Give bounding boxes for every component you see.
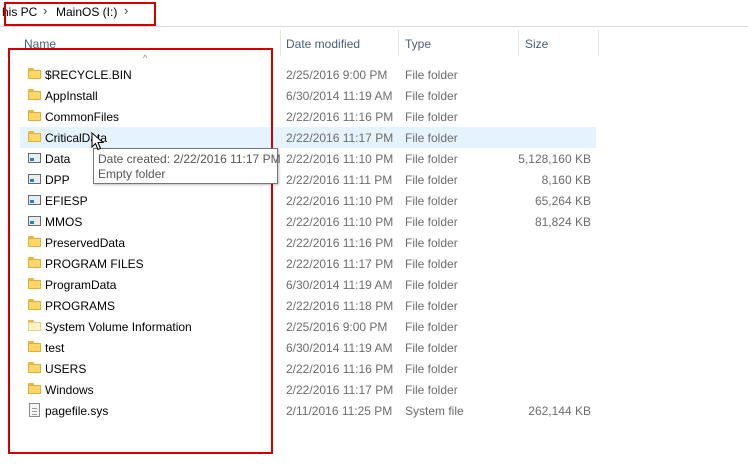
file-type: File folder	[405, 89, 458, 103]
file-date-modified: 2/22/2016 11:17 PM	[286, 131, 394, 145]
file-type: File folder	[405, 278, 458, 292]
file-type: File folder	[405, 110, 458, 124]
file-type: System file	[405, 404, 464, 418]
file-size: 8,160 KB	[541, 173, 591, 187]
column-header-type[interactable]: Type	[405, 37, 431, 51]
file-type: File folder	[405, 194, 458, 208]
column-divider[interactable]	[280, 30, 281, 56]
column-divider[interactable]	[598, 30, 599, 56]
file-type: File folder	[405, 383, 458, 397]
file-date-modified: 2/22/2016 11:10 PM	[286, 152, 394, 166]
file-type: File folder	[405, 257, 458, 271]
annotation-box-file-list	[8, 48, 273, 454]
file-date-modified: 2/25/2016 9:00 PM	[286, 68, 388, 82]
file-size: 81,824 KB	[534, 215, 591, 229]
column-divider[interactable]	[518, 30, 519, 56]
file-date-modified: 2/22/2016 11:10 PM	[286, 194, 394, 208]
file-date-modified: 2/22/2016 11:11 PM	[286, 173, 393, 187]
file-date-modified: 6/30/2014 11:19 AM	[286, 278, 393, 292]
file-date-modified: 2/22/2016 11:17 PM	[286, 383, 394, 397]
file-date-modified: 2/22/2016 11:10 PM	[286, 215, 394, 229]
file-date-modified: 2/22/2016 11:16 PM	[286, 236, 394, 250]
file-date-modified: 2/11/2016 11:25 PM	[286, 404, 393, 418]
file-type: File folder	[405, 173, 458, 187]
file-date-modified: 6/30/2014 11:19 AM	[286, 89, 393, 103]
file-date-modified: 2/22/2016 11:18 PM	[286, 299, 394, 313]
column-header-size[interactable]: Size	[525, 37, 548, 51]
file-date-modified: 2/22/2016 11:16 PM	[286, 362, 394, 376]
annotation-box-breadcrumb	[4, 2, 156, 26]
file-type: File folder	[405, 152, 458, 166]
column-header-date-modified[interactable]: Date modified	[286, 37, 360, 51]
file-date-modified: 2/25/2016 9:00 PM	[286, 320, 388, 334]
folder-tooltip: Date created: 2/22/2016 11:17 PM Empty f…	[93, 148, 281, 184]
file-type: File folder	[405, 299, 458, 313]
file-size: 262,144 KB	[528, 404, 591, 418]
file-type: File folder	[405, 341, 458, 355]
file-date-modified: 2/22/2016 11:17 PM	[286, 257, 394, 271]
file-type: File folder	[405, 68, 458, 82]
mouse-cursor-icon	[91, 132, 105, 151]
tooltip-description: Empty folder	[98, 167, 166, 181]
file-type: File folder	[405, 362, 458, 376]
file-type: File folder	[405, 320, 458, 334]
tooltip-date-created: Date created: 2/22/2016 11:17 PM	[98, 152, 281, 166]
file-date-modified: 2/22/2016 11:16 PM	[286, 110, 394, 124]
column-divider[interactable]	[398, 30, 399, 56]
file-type: File folder	[405, 236, 458, 250]
file-type: File folder	[405, 131, 458, 145]
file-size: 5,128,160 KB	[518, 152, 591, 166]
file-type: File folder	[405, 215, 458, 229]
file-date-modified: 6/30/2014 11:19 AM	[286, 341, 393, 355]
file-size: 65,264 KB	[534, 194, 591, 208]
